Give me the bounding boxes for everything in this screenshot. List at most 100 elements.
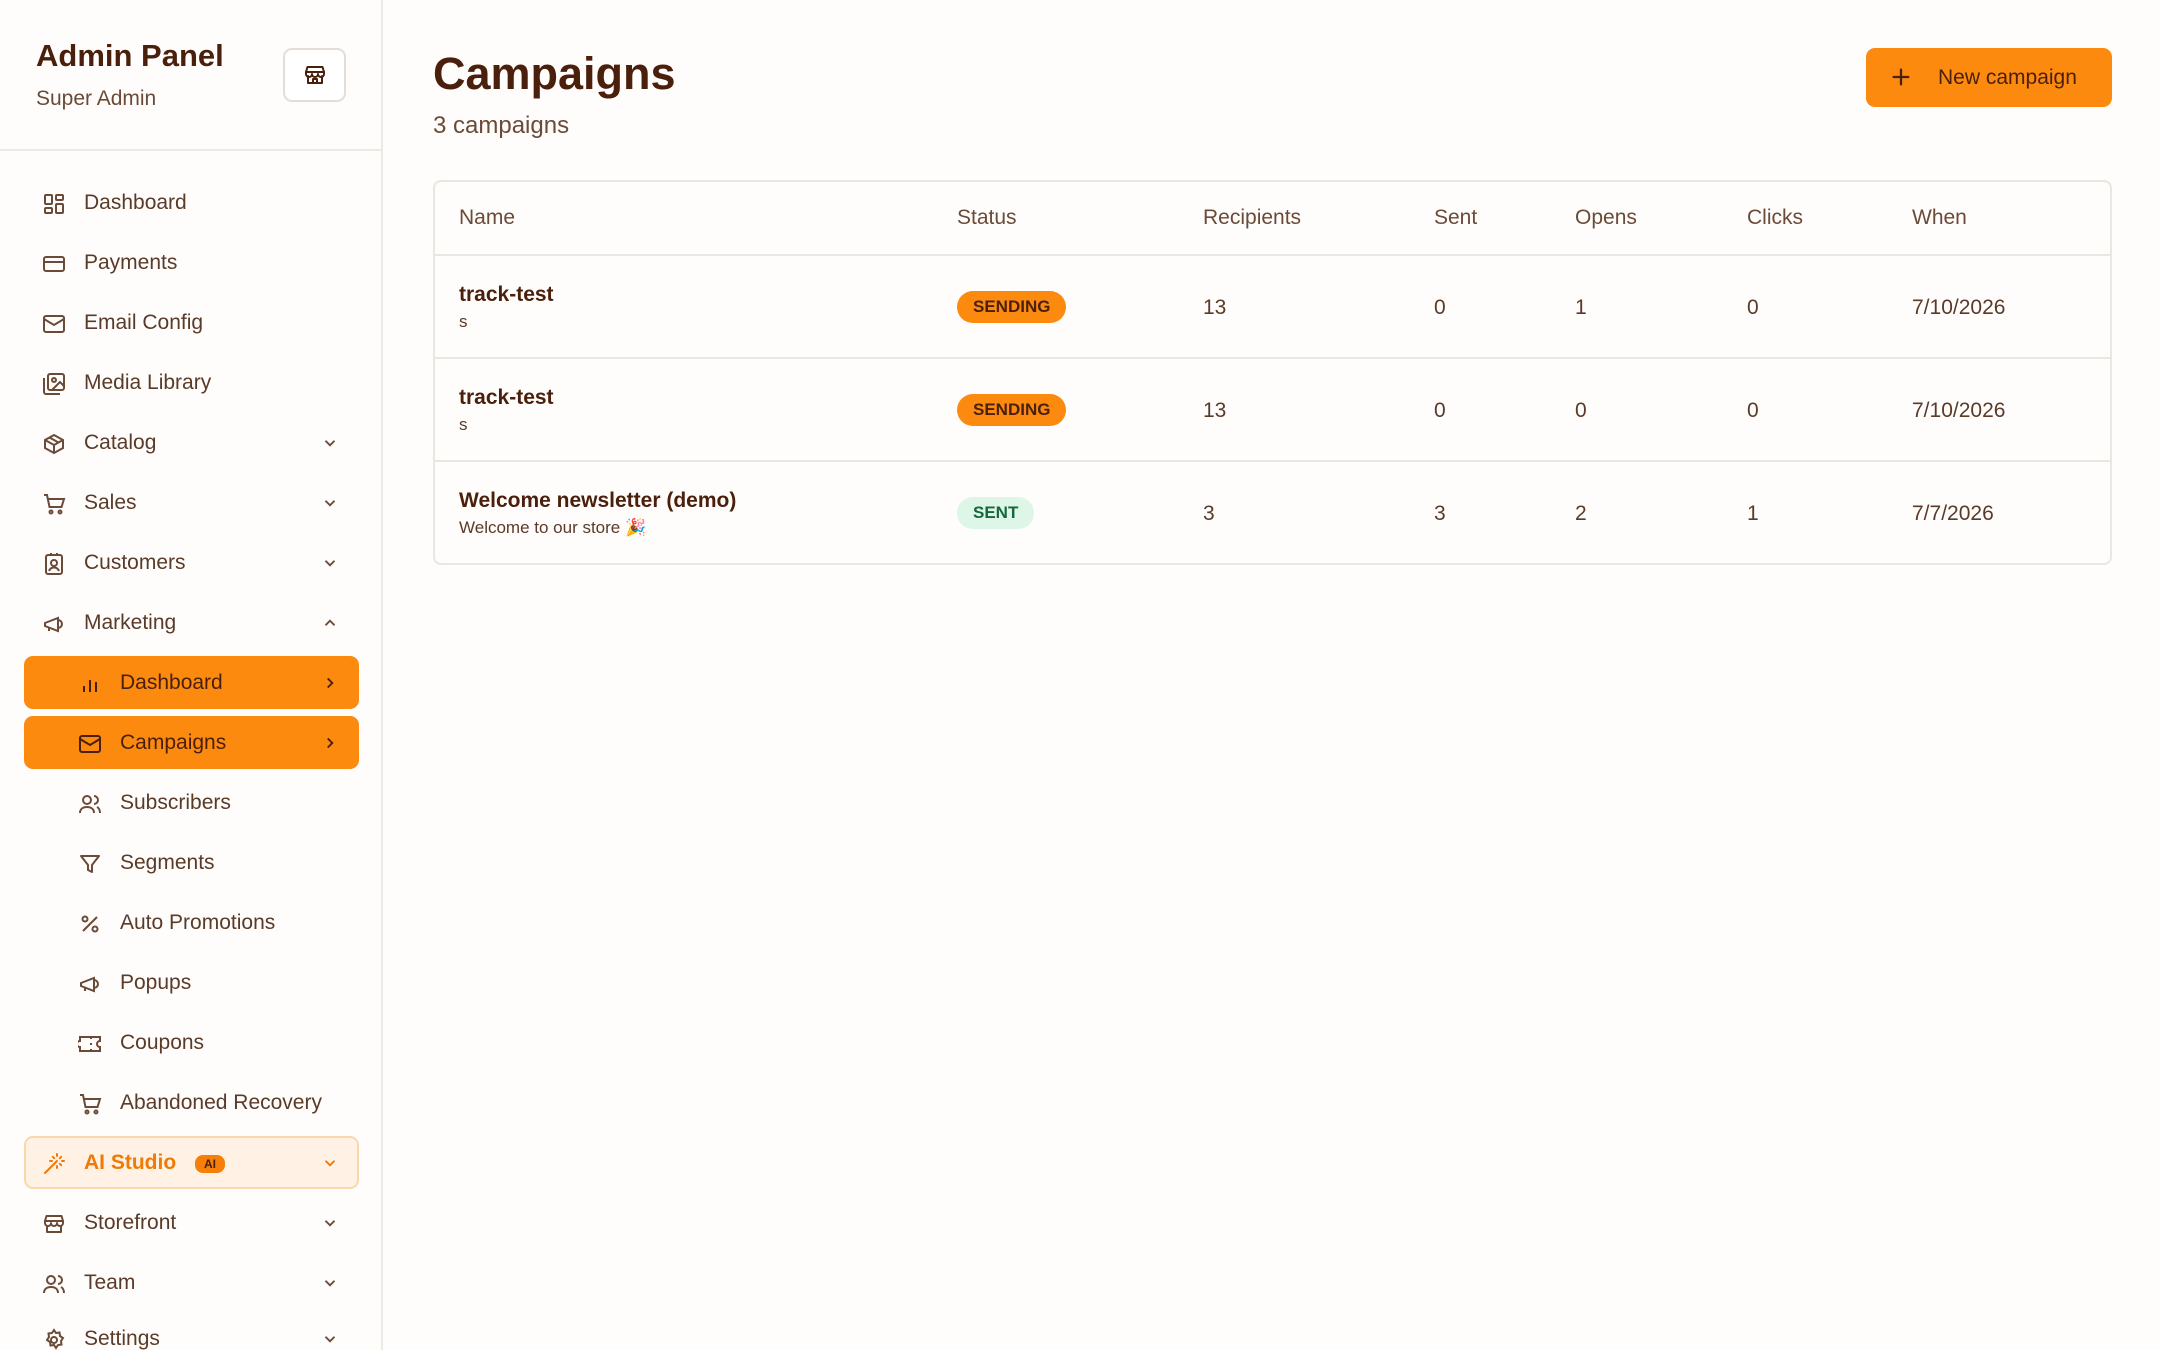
sidebar-item-marketing-dashboard[interactable]: Dashboard (24, 656, 359, 709)
column-header-status[interactable]: Status (957, 206, 1017, 230)
megaphone-icon (44, 616, 63, 633)
sidebar-header: Admin Panel Super Admin (0, 0, 381, 151)
table-row[interactable]: Welcome newsletter (demo) Welcome to our… (435, 462, 2110, 563)
chevron-up-icon (324, 619, 336, 626)
sidebar-item-abandoned-recovery[interactable]: Abandoned Recovery (24, 1076, 359, 1129)
campaign-name[interactable]: track-test (459, 386, 554, 410)
sidebar-item-label: Popups (120, 970, 192, 994)
sidebar-item-catalog[interactable]: Catalog (24, 416, 359, 469)
sidebar-item-label: Customers (84, 550, 186, 574)
status-badge: SENDING (957, 394, 1067, 426)
column-header-clicks[interactable]: Clicks (1747, 206, 1803, 230)
sent-value: 0 (1434, 399, 1446, 422)
sidebar-item-label: AI Studio (84, 1150, 177, 1174)
user-role: Super Admin (36, 87, 157, 110)
mail-icon (43, 315, 65, 333)
sidebar-item-subscribers[interactable]: Subscribers (24, 776, 359, 829)
filter-icon (80, 855, 100, 873)
sidebar-item-label: Dashboard (84, 190, 187, 214)
table-row[interactable]: track-test s SENDING 13 0 0 0 7/10/2026 (435, 359, 2110, 462)
when-value: 7/7/2026 (1912, 502, 1994, 525)
sidebar-item-label: Settings (84, 1326, 160, 1350)
sidebar-item-segments[interactable]: Segments (24, 836, 359, 889)
sidebar-item-label: Abandoned Recovery (120, 1090, 322, 1114)
bar-chart-icon (83, 680, 97, 692)
when-value: 7/10/2026 (1912, 399, 2006, 422)
campaign-count: 3 campaigns (433, 112, 570, 139)
page-title: Campaigns (433, 48, 676, 99)
plus-icon (1892, 68, 1910, 86)
sidebar-item-label: Media Library (84, 370, 212, 394)
sidebar-item-popups[interactable]: Popups (24, 956, 359, 1009)
sidebar-item-label: Segments (120, 850, 215, 874)
sidebar-item-email-config[interactable]: Email Config (24, 296, 359, 349)
sidebar-item-label: Auto Promotions (120, 910, 276, 934)
campaign-subject: Welcome to our store 🎉 (459, 518, 647, 537)
chevron-down-icon (324, 1280, 336, 1287)
column-header-sent[interactable]: Sent (1434, 206, 1477, 230)
sidebar-item-label: Email Config (84, 310, 204, 334)
sidebar-item-coupons[interactable]: Coupons (24, 1016, 359, 1069)
opens-value: 1 (1575, 296, 1587, 319)
sidebar-item-label: Campaigns (120, 730, 227, 754)
shopping-cart-icon (44, 494, 66, 515)
sidebar-item-customers[interactable]: Customers (24, 536, 359, 589)
sidebar-item-label: Sales (84, 490, 137, 514)
sidebar-item-label: Storefront (84, 1210, 177, 1234)
megaphone-icon (80, 976, 99, 993)
sidebar-item-media-library[interactable]: Media Library (24, 356, 359, 409)
mail-icon (79, 735, 101, 753)
table-header: Name Status Recipients Sent Opens Clicks… (435, 182, 2110, 256)
sidebar-item-sales[interactable]: Sales (24, 476, 359, 529)
sent-value: 3 (1434, 502, 1446, 525)
package-icon (44, 433, 64, 455)
chevron-down-icon (324, 1160, 336, 1167)
column-header-when[interactable]: When (1912, 206, 1967, 230)
credit-card-icon (43, 256, 65, 272)
users-icon (43, 1275, 65, 1294)
opens-value: 0 (1575, 399, 1587, 422)
recipients-value: 3 (1203, 502, 1215, 525)
sidebar-item-campaigns[interactable]: Campaigns (24, 716, 359, 769)
grid-icon (44, 194, 64, 214)
sidebar: Admin Panel Super Admin Dashboard Paymen… (0, 0, 383, 1350)
chevron-down-icon (324, 500, 336, 507)
campaign-name[interactable]: Welcome newsletter (demo) (459, 489, 736, 513)
users-icon (79, 795, 101, 814)
sidebar-item-dashboard[interactable]: Dashboard (24, 176, 359, 229)
clicks-value: 0 (1747, 399, 1759, 422)
chevron-right-icon (327, 677, 334, 689)
sidebar-item-storefront[interactable]: Storefront (24, 1196, 359, 1249)
campaign-name[interactable]: track-test (459, 283, 554, 307)
clicks-value: 0 (1747, 296, 1759, 319)
sidebar-item-settings[interactable]: Settings (24, 1312, 359, 1350)
column-header-name[interactable]: Name (459, 206, 515, 230)
column-header-recipients[interactable]: Recipients (1203, 206, 1301, 230)
sidebar-item-label: Team (84, 1270, 136, 1294)
sidebar-item-auto-promotions[interactable]: Auto Promotions (24, 896, 359, 949)
new-campaign-button[interactable]: New campaign (1866, 48, 2112, 107)
contact-icon (45, 553, 63, 575)
magic-wand-icon (44, 1153, 65, 1174)
images-icon (43, 373, 65, 395)
sent-value: 0 (1434, 296, 1446, 319)
chevron-down-icon (324, 440, 336, 447)
store-icon (44, 1215, 64, 1233)
sidebar-item-marketing[interactable]: Marketing (24, 596, 359, 649)
chevron-down-icon (324, 1220, 336, 1227)
sidebar-item-label: Coupons (120, 1030, 205, 1054)
table-row[interactable]: track-test s SENDING 13 0 1 0 7/10/2026 (435, 256, 2110, 359)
sidebar-item-label: Payments (84, 250, 178, 274)
chevron-down-icon (324, 560, 336, 567)
sidebar-item-team[interactable]: Team (24, 1256, 359, 1309)
sidebar-item-ai-studio[interactable]: AI Studio AI (24, 1136, 359, 1189)
column-header-opens[interactable]: Opens (1575, 206, 1637, 230)
sidebar-item-payments[interactable]: Payments (24, 236, 359, 289)
main-content: Campaigns 3 campaigns New campaign Name … (383, 0, 2160, 1350)
new-campaign-label: New campaign (1938, 65, 2077, 89)
storefront-button[interactable] (283, 48, 346, 102)
campaigns-table: Name Status Recipients Sent Opens Clicks… (433, 180, 2112, 565)
app-title: Admin Panel (36, 38, 224, 73)
status-badge: SENDING (957, 291, 1067, 323)
when-value: 7/10/2026 (1912, 296, 2006, 319)
